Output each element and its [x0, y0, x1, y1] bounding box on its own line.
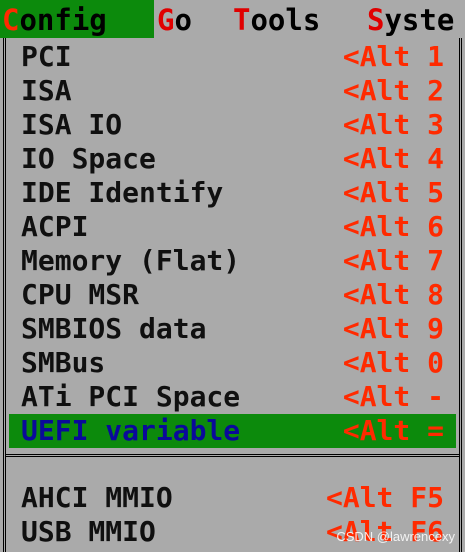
menu-item-shortcut: <Alt F5	[325, 481, 444, 514]
menu-item-label: ISA	[21, 74, 72, 107]
menu-item-label: ACPI	[21, 210, 89, 243]
menu-frame-left	[3, 38, 6, 552]
menu-item-shortcut: <Alt 1	[342, 40, 444, 73]
menu-item-label: IDE Identify	[21, 176, 224, 209]
menu-config-label: onfig	[19, 3, 107, 37]
menu-tools-label: ools	[250, 3, 321, 37]
menu-item-shortcut: <Alt 0	[342, 346, 444, 379]
menu-item-label: CPU MSR	[21, 278, 140, 311]
menu-item-label: PCI	[21, 40, 72, 73]
menu-item-label: ATi PCI Space	[21, 380, 241, 413]
menu-frame-right	[459, 38, 462, 552]
menu-item-label: SMBus	[21, 346, 106, 379]
menu-item-shortcut: <Alt 4	[342, 142, 444, 175]
menu-config-hotkey: C	[2, 3, 20, 37]
menu-item-shortcut: <Alt 8	[342, 278, 444, 311]
menu-item-isa[interactable]: ISA <Alt 2	[9, 74, 456, 108]
menu-item-memory-flat[interactable]: Memory (Flat) <Alt 7	[9, 244, 456, 278]
menu-separator	[6, 454, 459, 457]
menu-item-io-space[interactable]: IO Space <Alt 4	[9, 142, 456, 176]
menu-item-shortcut: <Alt 5	[342, 176, 444, 209]
menu-go-hotkey: G	[157, 3, 175, 37]
menu-item-label: IO Space	[21, 142, 156, 175]
menu-item-pci[interactable]: PCI <Alt 1	[9, 40, 456, 74]
menu-item-label: UEFI variable	[21, 414, 241, 447]
menu-item-shortcut: <Alt 3	[342, 108, 444, 141]
menu-item-shortcut: <Alt 9	[342, 312, 444, 345]
menu-item-ahci-mmio[interactable]: AHCI MMIO <Alt F5	[9, 481, 456, 515]
menu-item-smbus[interactable]: SMBus <Alt 0	[9, 346, 456, 380]
watermark-text: CSDN @lawrencexy	[336, 529, 455, 544]
menu-item-smbios-data[interactable]: SMBIOS data <Alt 9	[9, 312, 456, 346]
menu-go[interactable]: Go	[157, 0, 192, 38]
menu-item-shortcut: <Alt 6	[342, 210, 444, 243]
config-dropdown-menu: PCI <Alt 1 ISA <Alt 2 ISA IO <Alt 3 IO S…	[0, 38, 465, 552]
menu-system-hotkey: S	[367, 3, 385, 37]
menu-bar: Config Go Tools Syste	[0, 0, 465, 38]
menu-config[interactable]: Config	[0, 0, 154, 38]
menu-item-ati-pci-space[interactable]: ATi PCI Space <Alt -	[9, 380, 456, 414]
menu-item-shortcut: <Alt 7	[342, 244, 444, 277]
menu-system-label: yste	[384, 3, 455, 37]
menu-item-label: SMBIOS data	[21, 312, 207, 345]
menu-item-label: USB MMIO	[21, 515, 156, 548]
menu-item-label: AHCI MMIO	[21, 481, 173, 514]
menu-item-cpu-msr[interactable]: CPU MSR <Alt 8	[9, 278, 456, 312]
menu-item-shortcut: <Alt =	[342, 414, 444, 447]
menu-item-isa-io[interactable]: ISA IO <Alt 3	[9, 108, 456, 142]
menu-item-shortcut: <Alt 2	[342, 74, 444, 107]
menu-tools[interactable]: Tools	[233, 0, 320, 38]
menu-system[interactable]: Syste	[367, 0, 454, 38]
menu-item-label: Memory (Flat)	[21, 244, 241, 277]
menu-item-ide-identify[interactable]: IDE Identify <Alt 5	[9, 176, 456, 210]
menu-item-shortcut: <Alt -	[342, 380, 444, 413]
menu-go-label: o	[174, 3, 192, 37]
menu-item-acpi[interactable]: ACPI <Alt 6	[9, 210, 456, 244]
menu-item-label: ISA IO	[21, 108, 123, 141]
menu-item-uefi-variable[interactable]: UEFI variable <Alt =	[9, 414, 456, 448]
menu-tools-hotkey: T	[233, 3, 251, 37]
